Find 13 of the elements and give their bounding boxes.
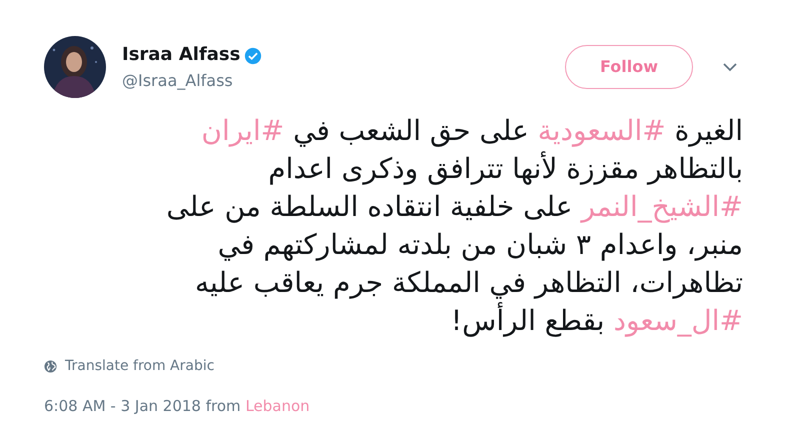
- follow-button[interactable]: Follow: [565, 45, 693, 89]
- timestamp-text: 6:08 AM - 3 Jan 2018 from: [44, 397, 242, 415]
- chevron-down-icon[interactable]: [723, 62, 737, 72]
- globe-icon: [44, 360, 57, 373]
- hashtag-link[interactable]: #ايران: [201, 114, 284, 147]
- location-link[interactable]: Lebanon: [245, 397, 310, 415]
- author-handle[interactable]: @Israa_Alfass: [122, 71, 565, 91]
- hashtag-link[interactable]: #الشيخ_النمر: [581, 190, 743, 223]
- hashtag-link[interactable]: #ال_سعود: [614, 304, 743, 337]
- tweet-text: الغيرة #السعودية على حق الشعب في #ايران بالتظاهر مقززة لأنها تترافق وذكرى اعدام #الشيخ_النمر على خلفية انتقاده السلطة من على منبر، واعدام ٣ شبان من بلدته لمشاركتهم في تظاهرات، التظاهر في المملكة جرم يعاقب عليه #ال_سعود بقطع الرأس!: [165, 113, 743, 339]
- translate-link[interactable]: Translate from Arabic: [65, 356, 214, 377]
- hashtag-link[interactable]: #السعودية: [538, 114, 666, 147]
- author-name[interactable]: Israa Alfass: [122, 44, 240, 66]
